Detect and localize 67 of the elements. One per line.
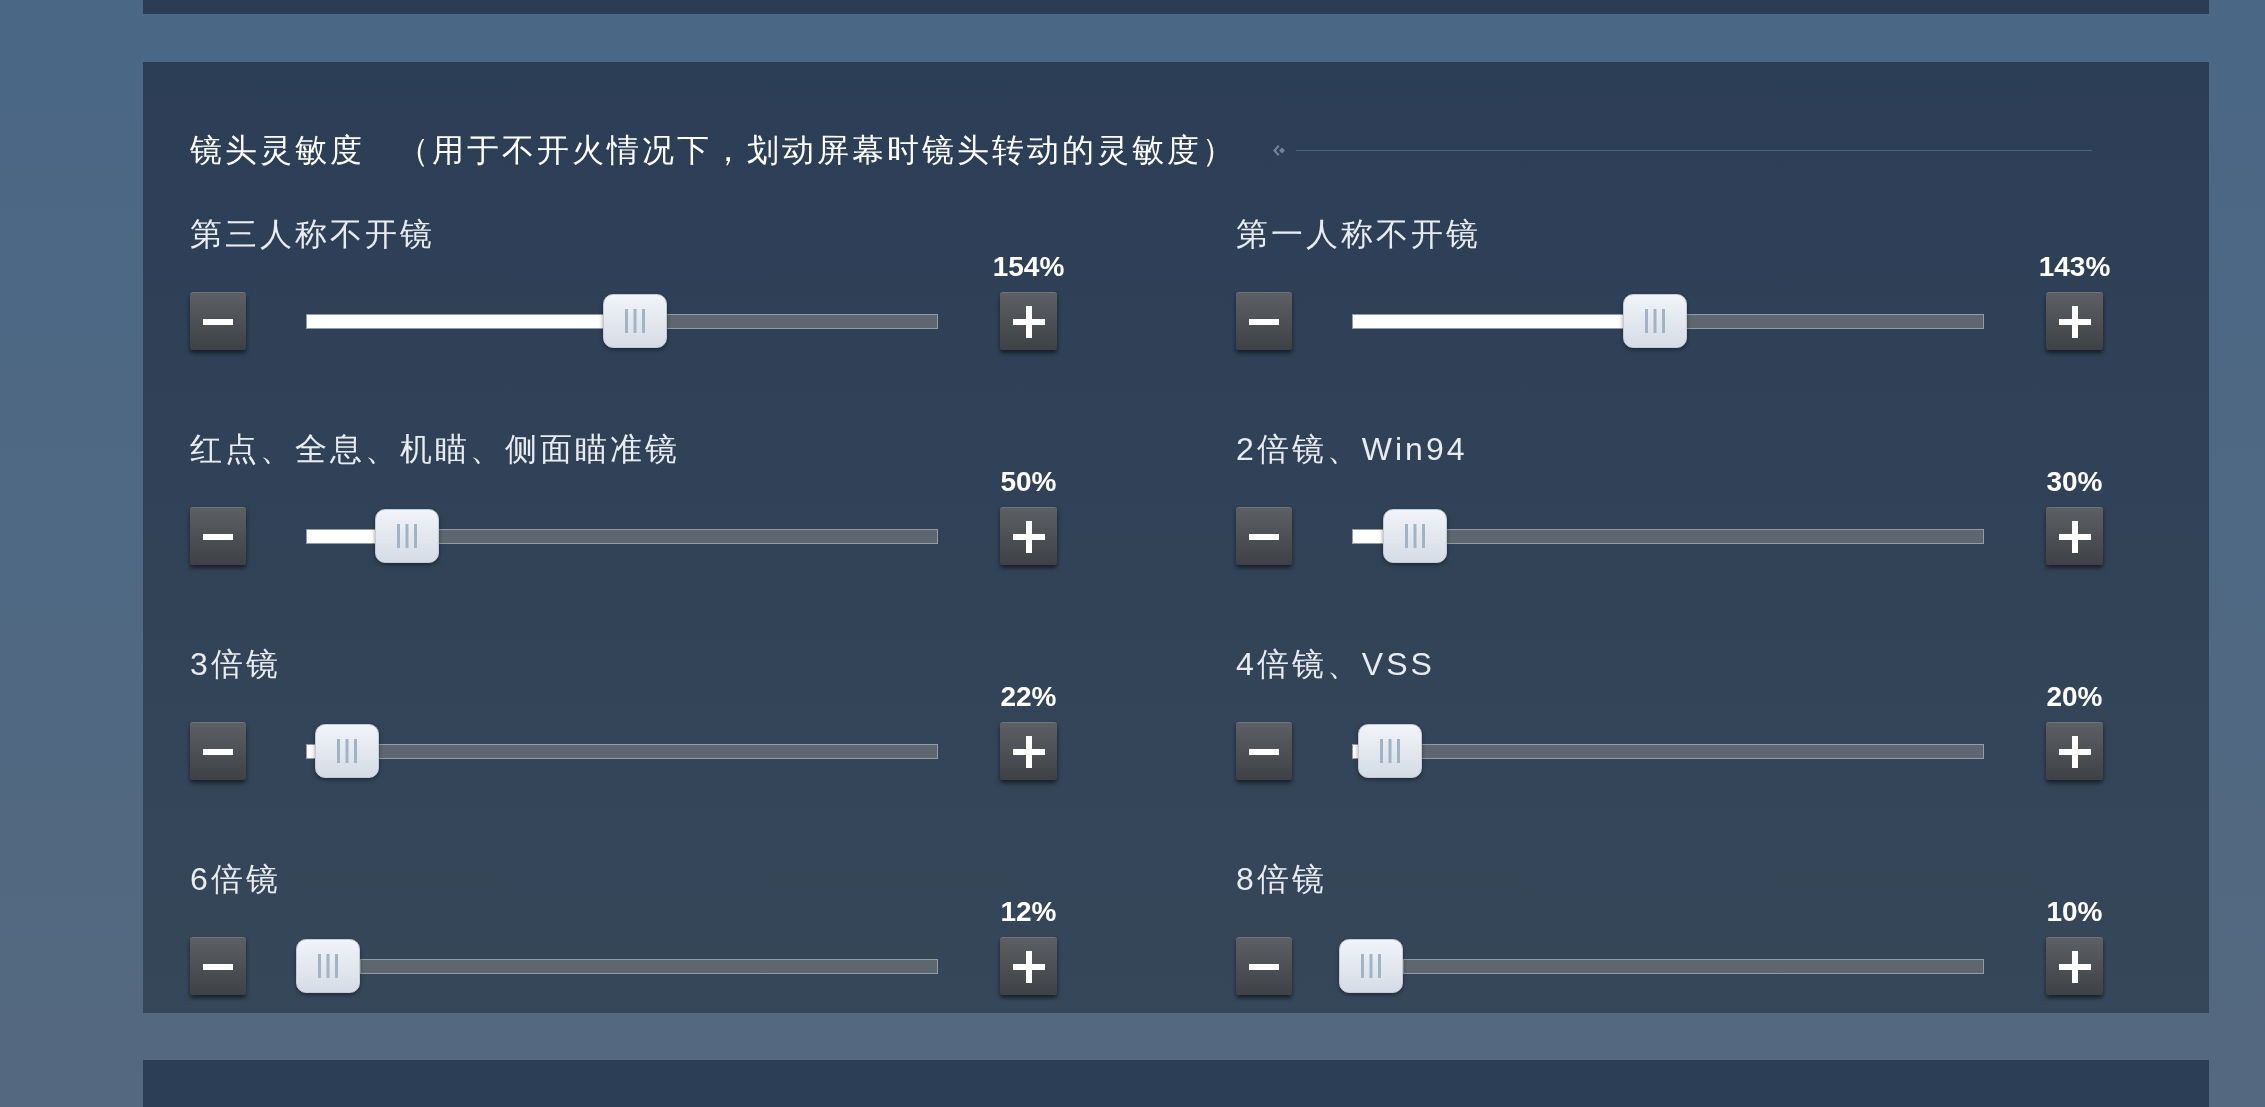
increase-button[interactable] (1000, 937, 1057, 995)
slider-value: 30% (2046, 467, 2103, 497)
slider-label: 6倍镜 (190, 861, 281, 897)
slider-thumb[interactable] (315, 724, 380, 778)
decrease-button[interactable] (190, 722, 246, 780)
slider-thumb[interactable] (1383, 509, 1448, 563)
decrease-button[interactable] (190, 507, 246, 565)
plus-icon (2058, 520, 2091, 553)
slider-thumb[interactable] (296, 939, 361, 993)
section-title: 镜头灵敏度 (190, 132, 365, 168)
slider-value: 154% (992, 252, 1065, 282)
slider-track[interactable] (360, 958, 938, 974)
decrease-button[interactable] (190, 292, 246, 350)
plus-icon (2058, 305, 2091, 338)
minus-icon (203, 533, 233, 540)
slider-value: 143% (2038, 252, 2111, 282)
slider-value: 20% (2046, 682, 2103, 712)
slider-label: 8倍镜 (1236, 861, 1327, 897)
decrease-button[interactable] (1236, 722, 1292, 780)
grip-icon (337, 739, 358, 763)
grip-icon (397, 524, 418, 548)
minus-icon (1249, 748, 1279, 755)
slider-value: 12% (1000, 897, 1057, 927)
minus-icon (1249, 318, 1279, 325)
slider-thumb[interactable] (375, 509, 440, 563)
increase-button[interactable] (2046, 722, 2103, 780)
minus-icon (1249, 963, 1279, 970)
grip-icon (1379, 739, 1400, 763)
minus-icon (203, 963, 233, 970)
minus-icon (203, 318, 233, 325)
slider-value: 10% (2046, 897, 2103, 927)
grip-icon (1405, 524, 1426, 548)
slider-label: 4倍镜、VSS (1236, 646, 1435, 682)
slider-thumb[interactable] (1338, 939, 1403, 993)
decrease-button[interactable] (1236, 507, 1292, 565)
slider-value: 50% (1000, 467, 1057, 497)
increase-button[interactable] (1000, 507, 1057, 565)
section-note: （用于不开火情况下，划动屏幕时镜头转动的灵敏度） (397, 132, 1237, 168)
decrease-button[interactable] (1236, 937, 1292, 995)
plus-icon (1012, 735, 1045, 768)
minus-icon (203, 748, 233, 755)
minus-icon (1249, 533, 1279, 540)
increase-button[interactable] (2046, 507, 2103, 565)
slider-label: 第三人称不开镜 (190, 216, 435, 252)
plus-icon (2058, 735, 2091, 768)
plus-icon (2058, 950, 2091, 983)
slider-thumb[interactable] (1623, 294, 1688, 348)
slider-value: 22% (1000, 682, 1057, 712)
plus-icon (1012, 950, 1045, 983)
increase-button[interactable] (2046, 292, 2103, 350)
plus-icon (1012, 520, 1045, 553)
slider-label: 第一人称不开镜 (1236, 216, 1481, 252)
slider-label: 红点、全息、机瞄、侧面瞄准镜 (190, 431, 680, 467)
slider-track[interactable] (1402, 958, 1984, 974)
diamond-icon (1273, 144, 1286, 156)
slider-thumb[interactable] (1357, 724, 1422, 778)
grip-icon (1360, 954, 1381, 978)
plus-icon (1012, 305, 1045, 338)
slider-label: 2倍镜、Win94 (1236, 431, 1468, 467)
decrease-button[interactable] (1236, 292, 1292, 350)
slider-label: 3倍镜 (190, 646, 281, 682)
increase-button[interactable] (2046, 937, 2103, 995)
decrease-button[interactable] (190, 937, 246, 995)
increase-button[interactable] (1000, 722, 1057, 780)
slider-thumb[interactable] (602, 294, 667, 348)
increase-button[interactable] (1000, 292, 1057, 350)
grip-icon (318, 954, 339, 978)
